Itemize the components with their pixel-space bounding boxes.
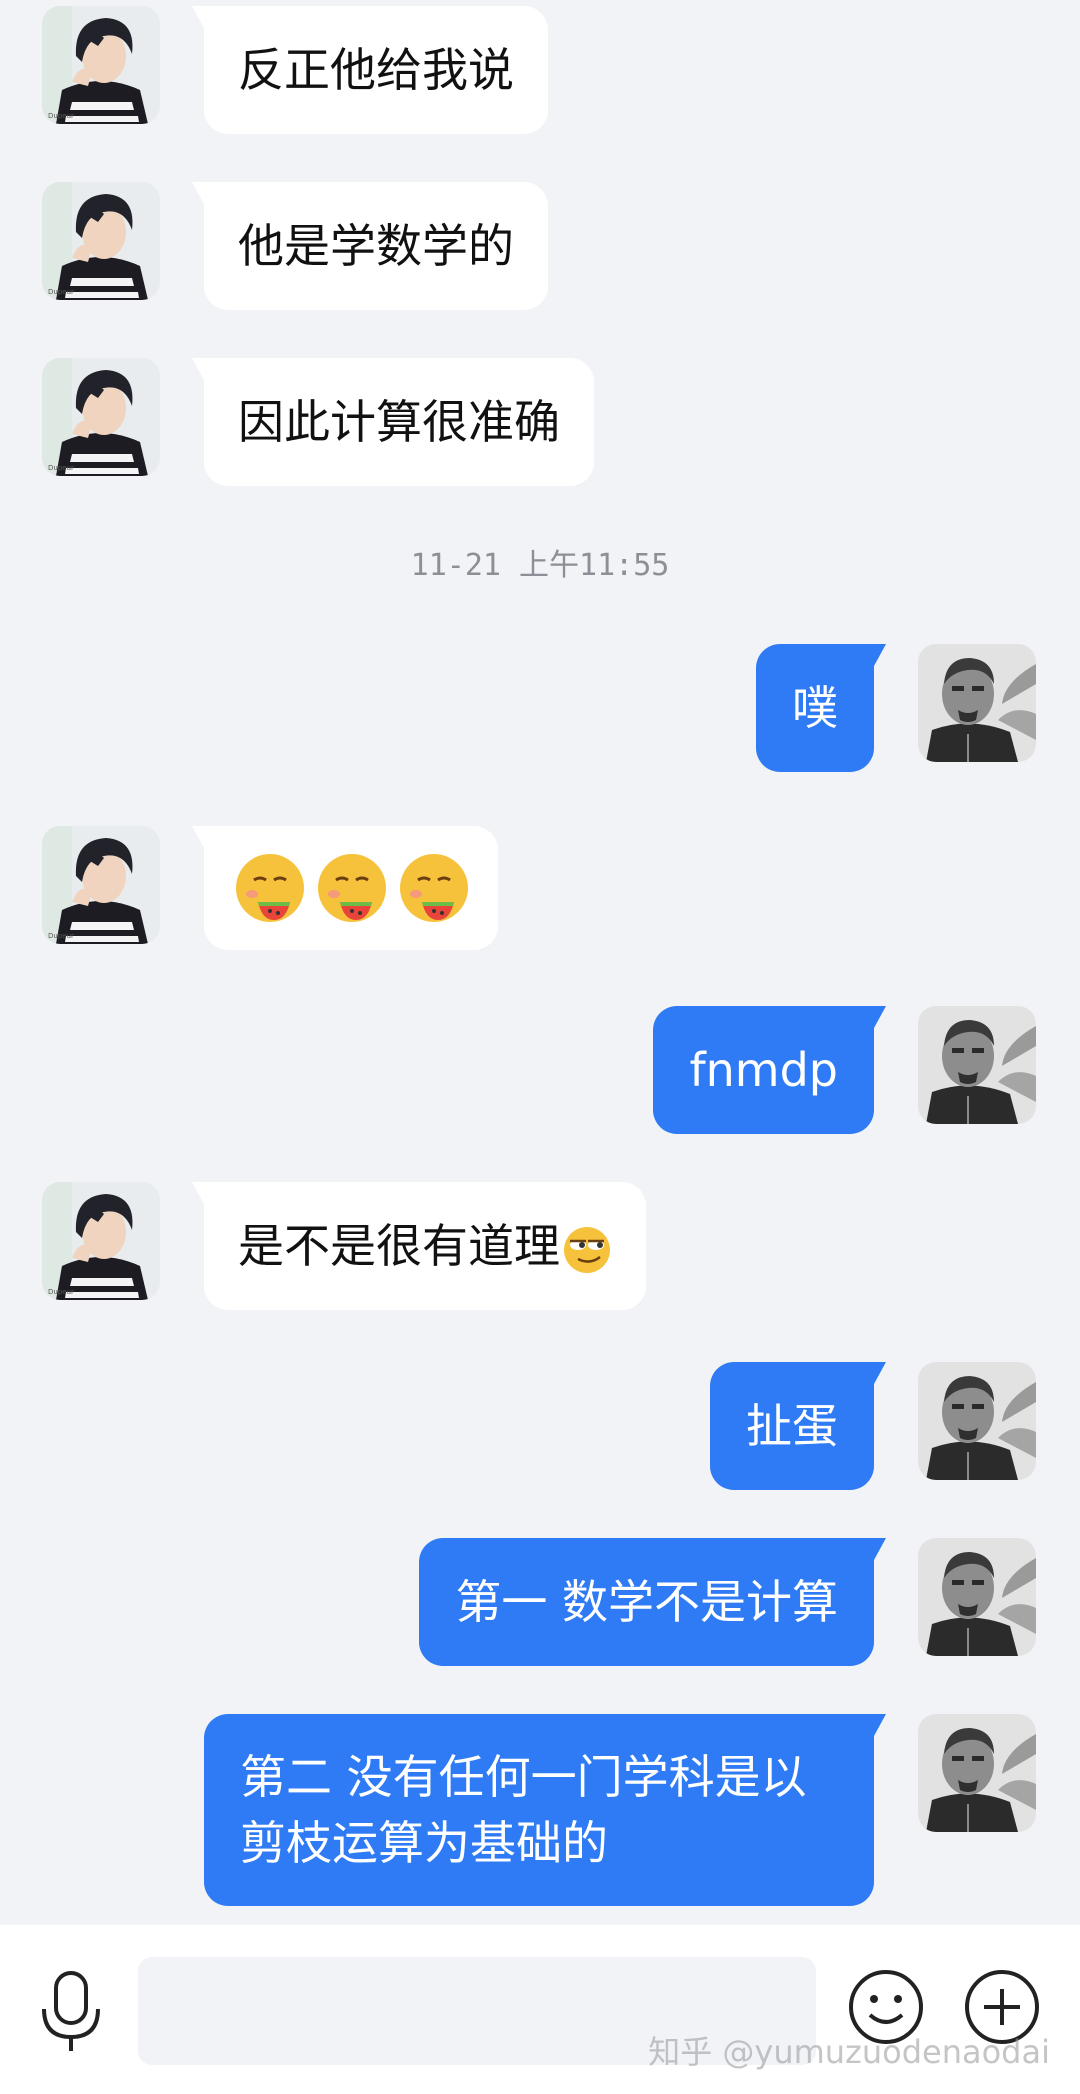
incoming-message-bubble[interactable]: 他是学数学的 bbox=[192, 182, 548, 310]
message-text: 是不是很有道理 bbox=[238, 1219, 560, 1273]
user-avatar[interactable] bbox=[918, 1714, 1036, 1832]
outgoing-message-bubble[interactable]: 噗 bbox=[756, 644, 886, 772]
watermelon-eating-face-emoji bbox=[318, 854, 386, 922]
contact-avatar[interactable]: Dupeur bbox=[42, 358, 160, 476]
user-avatar[interactable] bbox=[918, 1362, 1036, 1480]
watermark-text: 知乎 @yumuzuodenaodai bbox=[648, 2033, 1050, 2071]
incoming-message-bubble[interactable]: 反正他给我说 bbox=[192, 6, 548, 134]
contact-avatar[interactable]: Dupeur bbox=[42, 826, 160, 944]
incoming-message-bubble[interactable]: 因此计算很准确 bbox=[192, 358, 594, 486]
outgoing-message-bubble[interactable]: 第二 没有任何一门学科是以剪枝运算为基础的 bbox=[204, 1714, 886, 1906]
contact-avatar[interactable]: Dupeur bbox=[42, 6, 160, 124]
svg-text:Dupeur: Dupeur bbox=[48, 932, 74, 940]
outgoing-message-bubble[interactable]: 扯蛋 bbox=[710, 1362, 886, 1490]
microphone-icon[interactable] bbox=[38, 1969, 104, 2055]
svg-text:Dupeur: Dupeur bbox=[48, 112, 74, 120]
svg-text:Dupeur: Dupeur bbox=[48, 1288, 74, 1296]
outgoing-message-bubble[interactable]: 第一 数学不是计算 bbox=[419, 1538, 886, 1666]
svg-text:Dupeur: Dupeur bbox=[48, 288, 74, 296]
chat-area[interactable]: Dupeur 反正他给我说 Dupeur 他是学数学的 Dupeur 因此计算很… bbox=[0, 0, 1080, 1925]
incoming-emoji-message-bubble[interactable] bbox=[192, 826, 498, 950]
user-avatar[interactable] bbox=[918, 1538, 1036, 1656]
incoming-message-bubble[interactable]: 是不是很有道理 bbox=[192, 1182, 646, 1310]
input-bar: 知乎 @yumuzuodenaodai bbox=[0, 1925, 1080, 2094]
user-avatar[interactable] bbox=[918, 1006, 1036, 1124]
message-timestamp: 11-21 上午11:55 bbox=[410, 548, 670, 583]
watermelon-eating-face-emoji bbox=[400, 854, 468, 922]
user-avatar[interactable] bbox=[918, 644, 1036, 762]
smirk-face-emoji bbox=[564, 1226, 610, 1273]
outgoing-message-bubble[interactable]: fnmdp bbox=[653, 1006, 886, 1134]
watermelon-eating-face-emoji bbox=[236, 854, 304, 922]
contact-avatar[interactable]: Dupeur bbox=[42, 182, 160, 300]
contact-avatar[interactable]: Dupeur bbox=[42, 1182, 160, 1300]
svg-text:Dupeur: Dupeur bbox=[48, 464, 74, 472]
